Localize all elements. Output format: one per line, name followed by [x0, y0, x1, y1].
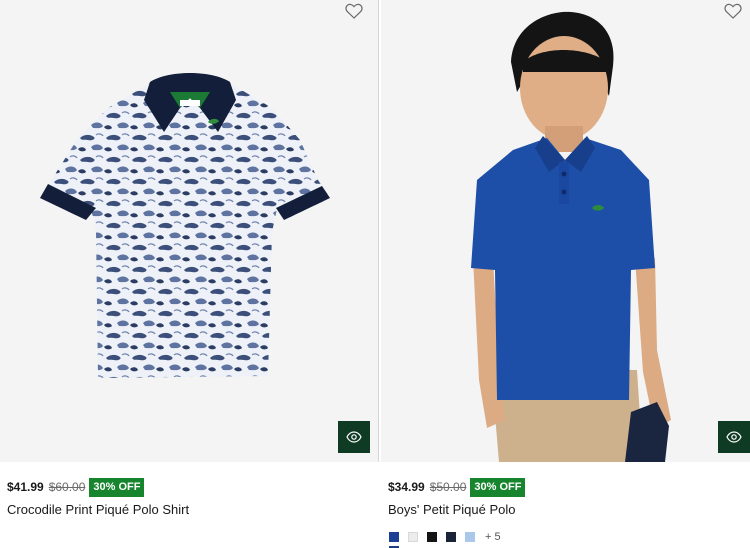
product-card-boys-petit-pique-polo[interactable]: $34.99 $50.00 30% OFF Boys' Petit Piqué … [381, 0, 750, 548]
sale-price: $34.99 [388, 480, 425, 494]
heart-outline-icon[interactable] [724, 3, 742, 19]
original-price: $60.00 [48, 480, 86, 494]
product-name[interactable]: Crocodile Print Piqué Polo Shirt [7, 502, 189, 517]
color-swatch-4[interactable] [465, 532, 475, 542]
card-divider [378, 0, 379, 462]
try-on-button[interactable] [338, 421, 370, 453]
boy-in-blue-polo-image [471, 11, 671, 462]
color-swatches: + 5 [389, 530, 501, 548]
eye-icon [346, 431, 362, 443]
price-row: $41.99 $60.00 30% OFF [7, 477, 145, 497]
sale-price: $41.99 [7, 480, 44, 494]
discount-badge: 30% OFF [470, 477, 526, 497]
eye-icon [726, 431, 742, 443]
color-swatch-0[interactable] [389, 532, 399, 548]
product-name[interactable]: Boys' Petit Piqué Polo [388, 502, 516, 517]
price-row: $34.99 $50.00 30% OFF [388, 477, 526, 497]
color-swatch-1[interactable] [408, 532, 418, 542]
printed-polo-shirt-image [40, 73, 330, 378]
discount-badge: 30% OFF [89, 477, 145, 497]
more-colors-count[interactable]: + 5 [485, 531, 501, 543]
color-swatch-2[interactable] [427, 532, 437, 542]
try-on-button[interactable] [718, 421, 750, 453]
product-image[interactable] [381, 0, 750, 462]
product-grid: $41.99 $60.00 30% OFF Crocodile Print Pi… [0, 0, 750, 548]
product-card-crocodile-print-polo[interactable]: $41.99 $60.00 30% OFF Crocodile Print Pi… [0, 0, 378, 548]
heart-outline-icon[interactable] [345, 3, 363, 19]
product-image[interactable] [0, 0, 378, 462]
color-swatch-3[interactable] [446, 532, 456, 542]
original-price: $50.00 [429, 480, 467, 494]
